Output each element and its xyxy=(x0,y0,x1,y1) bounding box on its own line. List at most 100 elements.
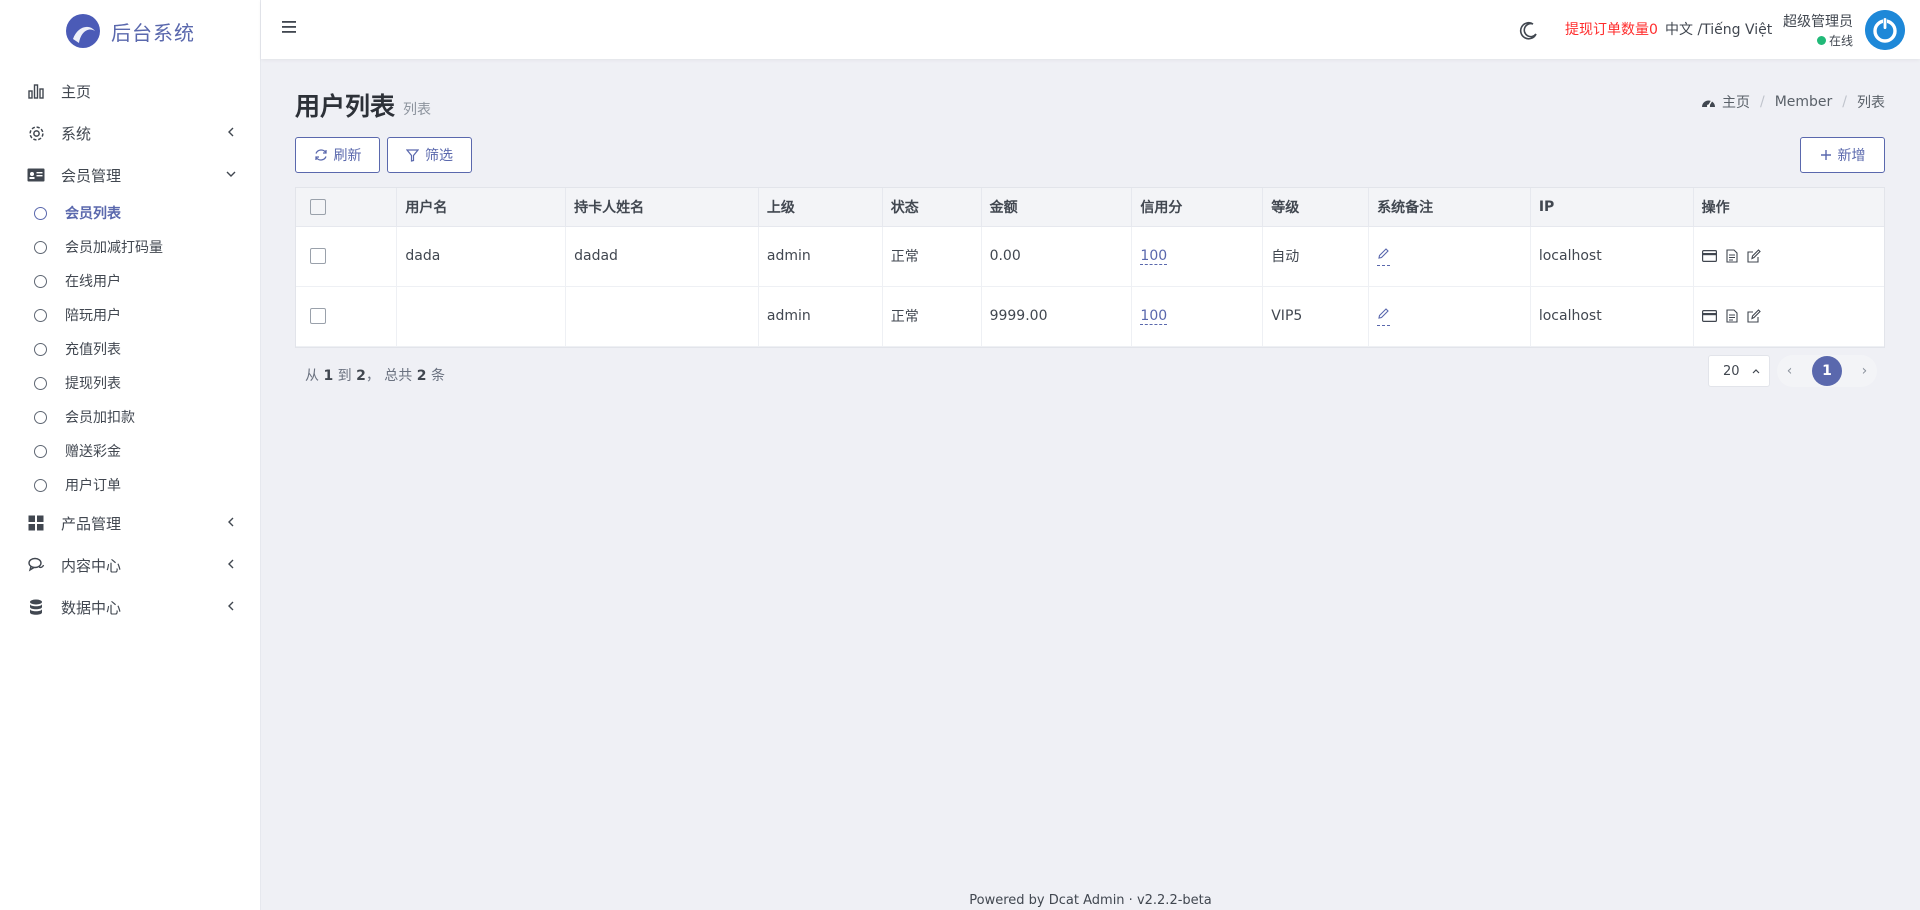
sidebar-item-home[interactable]: 主页 xyxy=(0,70,260,112)
subitem-label: 提现列表 xyxy=(65,376,121,392)
plus-icon xyxy=(1820,150,1831,160)
edit-icon[interactable] xyxy=(1747,249,1761,263)
user-status: 在线 xyxy=(1817,32,1853,49)
member-table: 用户名 持卡人姓名 上级 状态 金额 信用分 等级 系统备注 IP 操作 dad… xyxy=(295,187,1885,348)
breadcrumb: 主页 / Member / 列表 xyxy=(1701,92,1885,112)
column-header[interactable]: 状态 xyxy=(882,188,982,227)
cell-credit: 100 xyxy=(1131,286,1264,347)
document-icon[interactable] xyxy=(1726,249,1738,263)
user-status-text: 在线 xyxy=(1829,34,1854,48)
chevron-left-icon xyxy=(228,517,234,527)
dark-mode-toggle-icon[interactable] xyxy=(1519,21,1539,41)
filter-icon xyxy=(406,148,419,162)
brand-name: 后台系统 xyxy=(111,20,195,45)
subitem-label: 会员列表 xyxy=(65,206,121,222)
prev-page-icon[interactable]: ‹ xyxy=(1787,363,1793,379)
brand-logo-icon xyxy=(66,14,100,48)
pencil-icon[interactable] xyxy=(1377,247,1391,266)
breadcrumb-member[interactable]: Member xyxy=(1775,94,1833,110)
sidebar-item-data-center[interactable]: 数据中心 xyxy=(0,586,260,628)
sidebar-subitem-member-list[interactable]: 会员列表 xyxy=(0,196,260,230)
credit-editable[interactable]: 100 xyxy=(1140,308,1168,325)
credit-card-icon[interactable] xyxy=(1701,250,1717,262)
cell-credit: 100 xyxy=(1131,226,1264,287)
sidebar-item-label: 主页 xyxy=(61,82,92,101)
edit-icon[interactable] xyxy=(1747,309,1761,323)
avatar[interactable] xyxy=(1865,10,1905,50)
sidebar-subitem-wager-adjust[interactable]: 会员加减打码量 xyxy=(0,230,260,264)
row-select-cell xyxy=(296,286,398,347)
add-button[interactable]: 新增 xyxy=(1800,137,1885,173)
per-page-select[interactable]: 20 xyxy=(1708,355,1770,387)
user-name[interactable]: 超级管理员 xyxy=(1783,11,1853,31)
refresh-button[interactable]: 刷新 xyxy=(295,137,380,173)
withdraw-order-count[interactable]: 提现订单数量0 xyxy=(1565,19,1658,39)
cell-amount: 0.00 xyxy=(981,226,1133,287)
sidebar-subitem-recharge-list[interactable]: 充值列表 xyxy=(0,332,260,366)
breadcrumb-separator: / xyxy=(1842,94,1847,110)
cell-actions xyxy=(1693,226,1884,287)
language-switcher[interactable]: 中文 /Tiếng Việt xyxy=(1665,19,1772,39)
row-checkbox[interactable] xyxy=(310,248,326,264)
sidebar-item-label: 产品管理 xyxy=(61,514,122,533)
sidebar-subitem-withdraw-list[interactable]: 提现列表 xyxy=(0,366,260,400)
breadcrumb-current: 列表 xyxy=(1857,95,1885,111)
chevron-left-icon xyxy=(228,127,234,137)
column-header[interactable]: 金额 xyxy=(981,188,1133,227)
credit-card-icon[interactable] xyxy=(1701,310,1717,322)
document-icon[interactable] xyxy=(1726,309,1738,323)
sidebar-item-member-management[interactable]: 会员管理 xyxy=(0,154,260,196)
column-header: 操作 xyxy=(1693,188,1884,227)
gear-icon xyxy=(27,124,45,142)
page-subtitle: 列表 xyxy=(403,102,431,118)
chevron-up-icon xyxy=(1752,369,1760,374)
credit-editable[interactable]: 100 xyxy=(1140,248,1168,265)
circle-icon xyxy=(34,240,47,254)
footer: Powered by Dcat Admin · v2.2.2-beta xyxy=(969,893,1212,908)
cell-level: 自动 xyxy=(1262,226,1370,287)
cell-remark xyxy=(1368,226,1531,287)
column-header[interactable]: 上级 xyxy=(758,188,883,227)
next-page-icon[interactable]: › xyxy=(1862,363,1868,379)
page-number-current[interactable]: 1 xyxy=(1812,356,1842,386)
summary-text: 从 xyxy=(305,368,319,384)
filter-button[interactable]: 筛选 xyxy=(387,137,472,173)
subitem-label: 在线用户 xyxy=(65,274,121,290)
breadcrumb-separator: / xyxy=(1759,94,1765,110)
column-header[interactable]: 持卡人姓名 xyxy=(565,188,759,227)
cell-ip: localhost xyxy=(1530,286,1694,347)
circle-icon xyxy=(34,444,47,458)
refresh-icon xyxy=(314,149,327,161)
column-header[interactable]: IP xyxy=(1530,188,1694,227)
circle-icon xyxy=(34,410,47,424)
subitem-label: 会员加扣款 xyxy=(65,410,135,426)
menu-toggle-icon[interactable] xyxy=(281,19,297,35)
sidebar-subitem-bonus[interactable]: 赠送彩金 xyxy=(0,434,260,468)
sidebar-item-product-management[interactable]: 产品管理 xyxy=(0,502,260,544)
column-header[interactable]: 信用分 xyxy=(1131,188,1264,227)
summary-to: 2 xyxy=(356,368,366,384)
sidebar-subitem-user-orders[interactable]: 用户订单 xyxy=(0,468,260,502)
brand[interactable]: 后台系统 xyxy=(0,0,260,62)
subitem-label: 用户订单 xyxy=(65,478,121,494)
sidebar-subitem-balance-adjust[interactable]: 会员加扣款 xyxy=(0,400,260,434)
summary-text: 条 xyxy=(430,368,445,384)
sidebar-item-label: 内容中心 xyxy=(61,556,122,575)
sidebar-item-content-center[interactable]: 内容中心 xyxy=(0,544,260,586)
sidebar-subitem-online-users[interactable]: 在线用户 xyxy=(0,264,260,298)
row-checkbox[interactable] xyxy=(310,308,326,324)
column-header[interactable]: 用户名 xyxy=(396,188,567,227)
cell-status: 正常 xyxy=(882,286,982,347)
summary-text: 到 xyxy=(337,368,352,384)
breadcrumb-home[interactable]: 主页 xyxy=(1722,92,1750,112)
pencil-icon[interactable] xyxy=(1377,307,1391,326)
column-header[interactable]: 等级 xyxy=(1262,188,1370,227)
sidebar-subitem-companion-users[interactable]: 陪玩用户 xyxy=(0,298,260,332)
select-all-checkbox[interactable] xyxy=(310,198,326,215)
grid-icon xyxy=(27,514,45,532)
circle-icon xyxy=(34,342,47,356)
column-header[interactable]: 系统备注 xyxy=(1368,188,1531,227)
sidebar-nav: 主页 系统 会员管理 会员列表 会员加减打码量 在线用户 陪玩用户 充值列表 提… xyxy=(0,70,260,628)
sidebar-item-system[interactable]: 系统 xyxy=(0,112,260,154)
sidebar-item-label: 会员管理 xyxy=(61,166,122,185)
